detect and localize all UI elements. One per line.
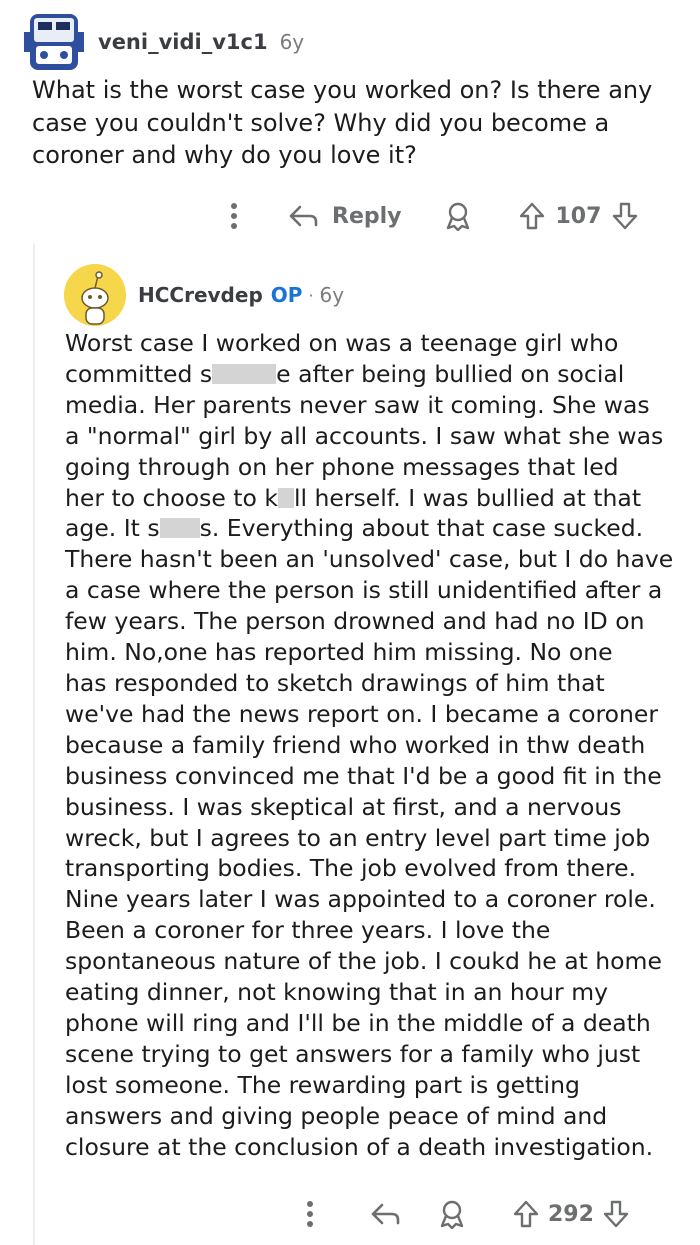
- comment-2-line: committed se after being bullied on soci…: [65, 359, 625, 388]
- reply-button[interactable]: Reply: [288, 204, 402, 229]
- comment-2-line: transporting bodies. The job evolved fro…: [65, 854, 637, 883]
- reply-label: Reply: [332, 203, 402, 229]
- award-icon[interactable]: [438, 1199, 466, 1229]
- comment-1-line: coroner and why do you love it?: [32, 141, 417, 169]
- comment-2-line: spontaneous nature of the job. I coukd h…: [65, 947, 662, 976]
- comment-2-line: Been a coroner for three years. I love t…: [65, 916, 551, 945]
- upvote-icon[interactable]: [518, 201, 546, 231]
- censor-blur: [277, 487, 294, 508]
- comment-2-line: answers and giving people peace of mind …: [65, 1101, 608, 1130]
- comment-2-line: eating dinner, not knowing that in an ho…: [65, 978, 608, 1007]
- censor-blur: [159, 518, 200, 539]
- comment-2-body: Worst case I worked on was a teenage gir…: [65, 328, 685, 1162]
- comment-2-line: lost someone. The rewarding part is gett…: [65, 1070, 580, 1099]
- meta-separator: ·: [308, 285, 314, 305]
- comment-2-line: Worst case I worked on was a teenage gir…: [65, 329, 619, 357]
- comment-1-line: case you couldn't solve? Why did you bec…: [32, 108, 610, 137]
- comment-2-line: closure at the conclusion of a death inv…: [65, 1132, 654, 1161]
- comment-2-line: because a family friend who worked in th…: [65, 730, 646, 759]
- reply-arrow-icon[interactable]: [370, 1202, 400, 1226]
- comment-2-line: going through on her phone messages that…: [65, 452, 619, 481]
- comment-2-line: wreck, but I agrees to an entry level pa…: [65, 823, 651, 852]
- comment-2-line: her to choose to k ll herself. I was bull…: [65, 483, 642, 512]
- vote-count: 292: [548, 1201, 594, 1227]
- comment-2-line: a case where the person is still unident…: [65, 576, 663, 605]
- avatar[interactable]: [24, 8, 84, 76]
- thread-line[interactable]: [33, 244, 35, 1245]
- censor-blur: [212, 363, 277, 384]
- comment-2-line: There hasn't been an 'unsolved' case, bu…: [65, 545, 674, 574]
- comment-2-line: few years. The person drowned and had no…: [65, 607, 645, 636]
- comment-1-body: What is the worst case you worked on? Is…: [32, 74, 672, 172]
- comment-2-line: age. It s s. Everything about that case s…: [65, 514, 644, 543]
- more-vertical-icon[interactable]: [300, 1199, 320, 1229]
- comment-2-header: HCCrevdep OP · 6y: [64, 262, 344, 328]
- op-badge: OP: [270, 283, 303, 307]
- comment-1-header: veni_vidi_v1c1 6y: [24, 0, 304, 84]
- comment-2-line: scene trying to get answers for a family…: [65, 1039, 641, 1068]
- downvote-icon[interactable]: [611, 201, 639, 231]
- comment-2-line: a "normal" girl by all accounts. I saw w…: [65, 421, 664, 450]
- comment-2-line: business convinced me that I'd be a good…: [65, 761, 662, 790]
- comment-2-line: has responded to sketch drawings of him …: [65, 668, 605, 697]
- comment-1-age: 6y: [279, 30, 305, 54]
- comment-2-line: phone will ring and I'll be in the middl…: [65, 1008, 651, 1037]
- upvote-icon[interactable]: [512, 1199, 540, 1229]
- more-vertical-icon[interactable]: [224, 201, 244, 231]
- comment-2-username[interactable]: HCCrevdep: [138, 283, 263, 307]
- vote-count: 107: [555, 203, 602, 229]
- comment-2-line: we've had the news report on. I became a…: [65, 699, 659, 728]
- award-icon[interactable]: [444, 201, 472, 231]
- comment-2-line: business. I was skeptical at first, and …: [65, 792, 622, 821]
- comment-2-line: Nine years later I was appointed to a co…: [65, 885, 656, 914]
- comment-1-actions: Reply 107: [224, 196, 639, 236]
- avatar[interactable]: [64, 264, 126, 326]
- comment-2-line: him. No,one has reported him missing. No…: [65, 638, 613, 667]
- comment-1-line: What is the worst case you worked on? Is…: [32, 76, 653, 104]
- comment-2-actions: 292: [300, 1194, 630, 1234]
- downvote-icon[interactable]: [602, 1199, 630, 1229]
- reply-arrow-icon: [288, 204, 318, 228]
- comment-1-username[interactable]: veni_vidi_v1c1: [98, 30, 268, 54]
- comment-2-line: media. Her parents never saw it coming. …: [65, 390, 650, 419]
- comment-2-age: 6y: [319, 283, 345, 307]
